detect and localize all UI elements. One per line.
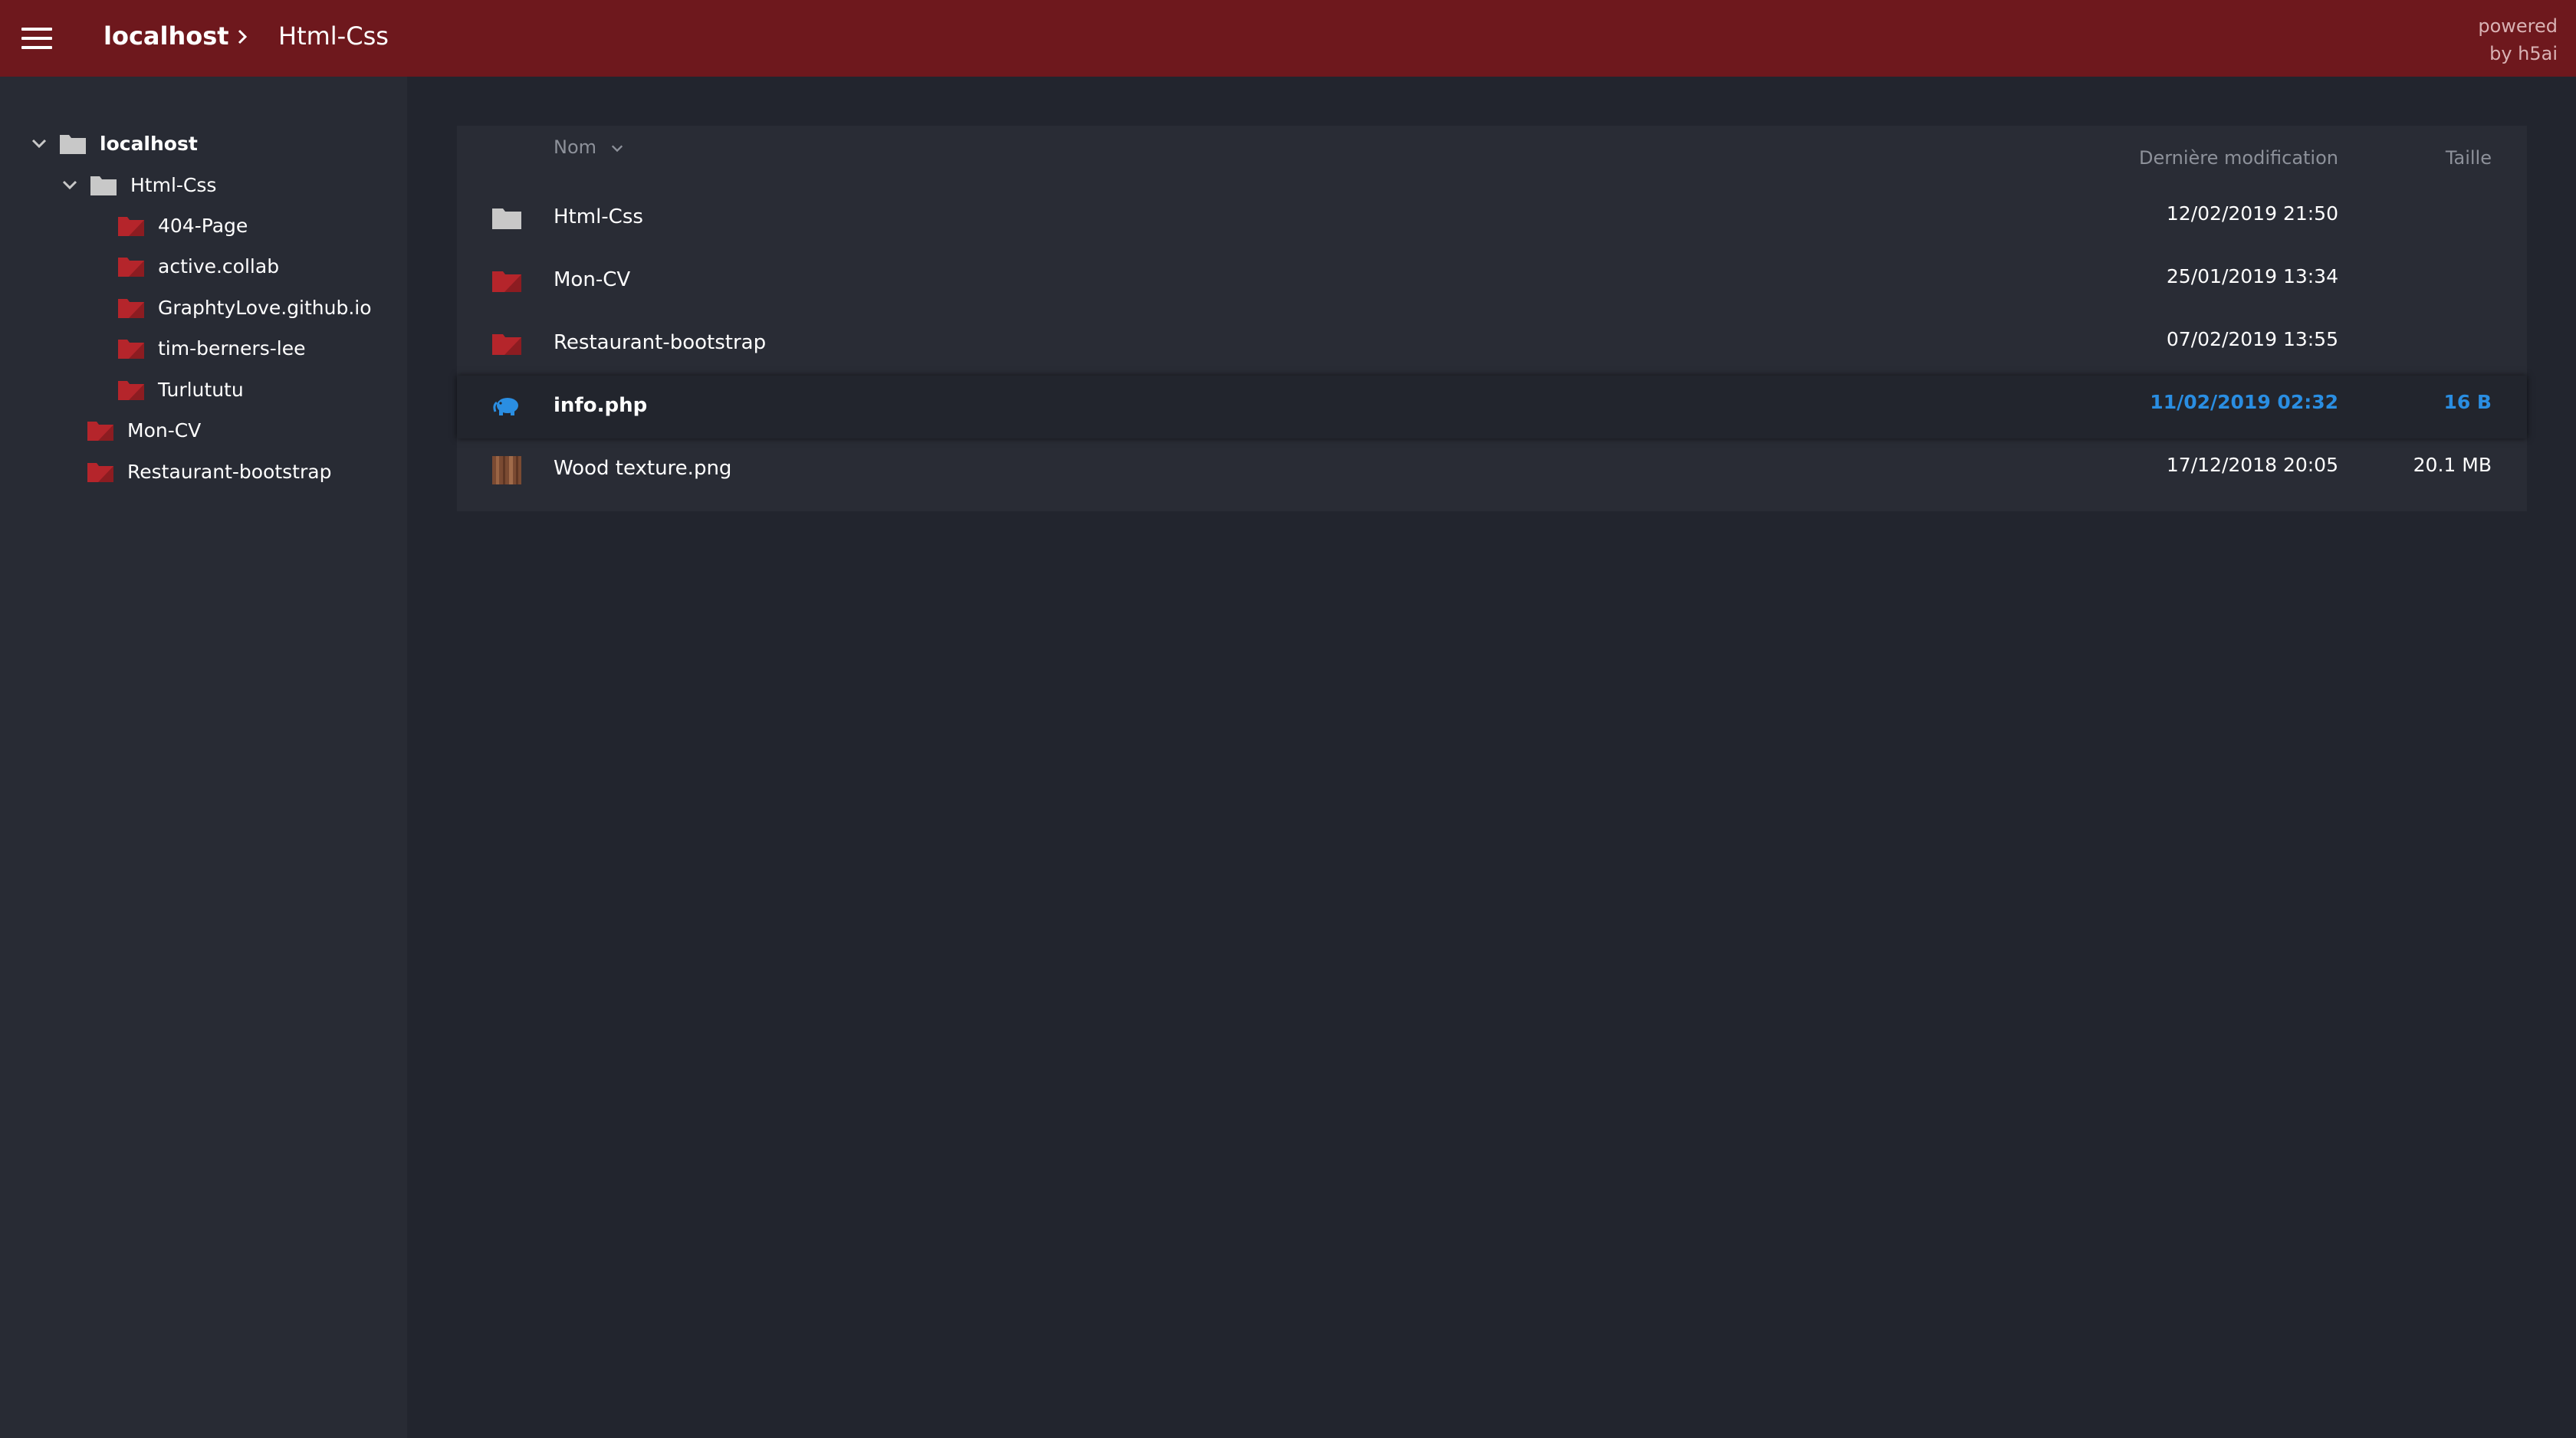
chevron-down-icon[interactable]	[60, 175, 80, 195]
powered-line-2: by h5ai	[2489, 43, 2558, 64]
folder-gray-icon	[60, 135, 86, 154]
folder-red-icon	[118, 381, 144, 400]
tree-item-mon-cv[interactable]: Mon-CV	[87, 415, 201, 445]
file-modified: 17/12/2018 20:05	[2166, 454, 2338, 476]
image-thumbnail-icon	[492, 456, 521, 484]
chevron-right-icon	[238, 29, 248, 44]
tree-item-label: Html-Css	[130, 173, 217, 196]
breadcrumb-root[interactable]: localhost	[104, 21, 229, 51]
file-modified: 25/01/2019 13:34	[2166, 265, 2338, 287]
folder-red-icon	[492, 334, 521, 355]
tree-item-active-collab[interactable]: active.collab	[118, 251, 279, 281]
top-bar: localhost Html-Css powered by h5ai	[0, 0, 2576, 77]
tree-item-label: localhost	[100, 132, 198, 155]
tree-item-label: tim-berners-lee	[158, 337, 306, 360]
folder-red-icon	[87, 422, 113, 441]
column-header-name[interactable]: Nom	[554, 136, 624, 158]
folder-red-icon	[87, 463, 113, 482]
file-size: 16 B	[2443, 391, 2492, 413]
menu-icon[interactable]	[21, 26, 52, 51]
tree-item-tim-berners-lee[interactable]: tim-berners-lee	[118, 333, 305, 363]
tree-item-label: Mon-CV	[127, 419, 202, 442]
column-header-size[interactable]: Taille	[2446, 147, 2492, 169]
tree-item-label: 404-Page	[158, 214, 248, 237]
folder-red-icon	[118, 340, 144, 359]
folder-gray-icon	[90, 176, 117, 195]
tree-item-label: active.collab	[158, 254, 280, 277]
column-header-modified[interactable]: Dernière modification	[2139, 147, 2338, 169]
file-modified: 12/02/2019 21:50	[2166, 202, 2338, 225]
file-row[interactable]: Mon-CV 25/01/2019 13:34	[457, 250, 2527, 313]
folder-red-icon	[492, 271, 521, 292]
tree-item-turlututu[interactable]: Turlututu	[118, 374, 244, 405]
file-row[interactable]: Restaurant-bootstrap 07/02/2019 13:55	[457, 313, 2527, 376]
powered-line-1: powered	[2478, 15, 2558, 37]
file-row[interactable]: info.php 11/02/2019 02:32 16 B	[457, 376, 2527, 438]
file-name: info.php	[554, 394, 648, 417]
tree-item-label: Restaurant-bootstrap	[127, 460, 332, 483]
tree-item-html-css[interactable]: Html-Css	[60, 169, 216, 200]
tree-item-label: Turlututu	[158, 378, 244, 401]
file-name: Wood texture.png	[554, 457, 732, 480]
file-modified: 11/02/2019 02:32	[2150, 391, 2338, 413]
tree-item-label: GraphtyLove.github.io	[158, 296, 372, 319]
file-name: Restaurant-bootstrap	[554, 331, 767, 354]
file-size: 20.1 MB	[2413, 454, 2492, 476]
chevron-down-icon	[611, 145, 623, 153]
file-modified: 07/02/2019 13:55	[2166, 328, 2338, 350]
file-name: Html-Css	[554, 205, 643, 228]
column-header-name-label: Nom	[554, 136, 597, 158]
sidebar-tree: localhost Html-Css 404-Page active.colla…	[0, 77, 407, 1438]
tree-item-localhost[interactable]: localhost	[29, 128, 198, 159]
chevron-down-icon[interactable]	[29, 133, 49, 153]
tree-item-restaurant-bootstrap[interactable]: Restaurant-bootstrap	[87, 456, 331, 487]
file-name: Mon-CV	[554, 268, 631, 291]
php-elephant-icon	[493, 398, 518, 415]
main-panel: Nom Dernière modification Taille Html-Cs…	[407, 77, 2576, 1438]
folder-red-icon	[118, 299, 144, 318]
file-row[interactable]: Wood texture.png 17/12/2018 20:05 20.1 M…	[457, 438, 2527, 501]
folder-red-icon	[118, 258, 144, 277]
tree-item-graphtylove[interactable]: GraphtyLove.github.io	[118, 292, 372, 323]
breadcrumb-current[interactable]: Html-Css	[278, 21, 389, 51]
file-row[interactable]: Html-Css 12/02/2019 21:50	[457, 187, 2527, 250]
folder-red-icon	[118, 217, 144, 236]
tree-item-404-page[interactable]: 404-Page	[118, 210, 248, 241]
powered-by[interactable]: powered by h5ai	[2478, 12, 2558, 67]
file-list: Nom Dernière modification Taille Html-Cs…	[457, 126, 2527, 511]
folder-gray-icon	[492, 208, 521, 229]
